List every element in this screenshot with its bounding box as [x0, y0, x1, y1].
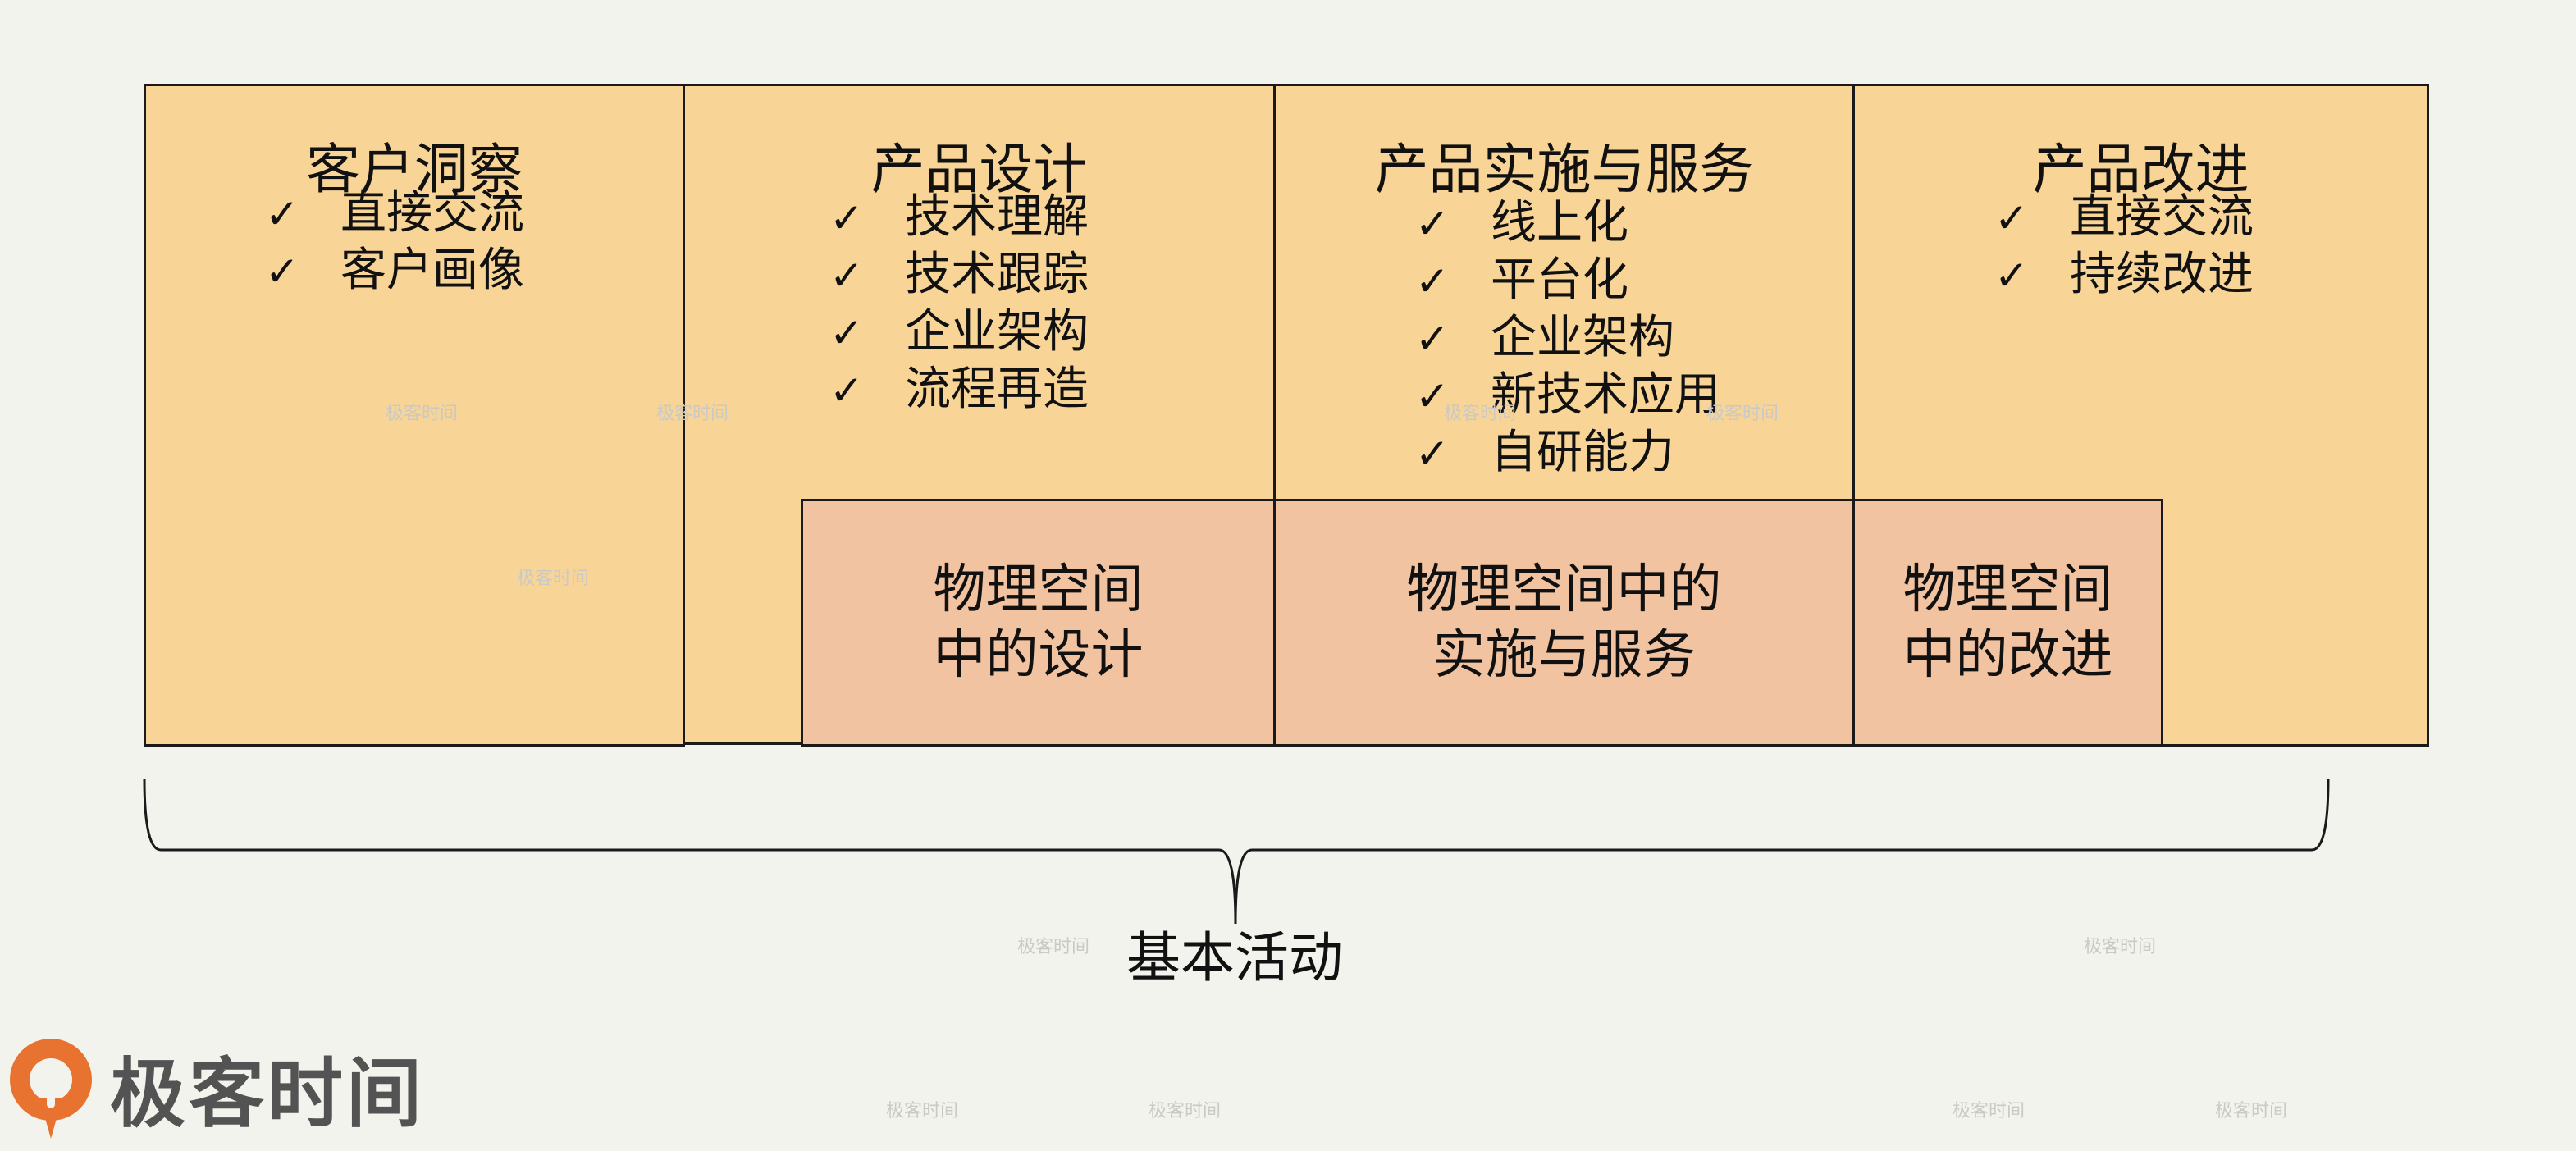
brace-label: 基本活动: [1126, 926, 1343, 989]
watermark: 极客时间: [2215, 1101, 2288, 1121]
watermark: 极客时间: [517, 569, 590, 589]
watermark: 极客时间: [656, 404, 729, 424]
geektime-logo: 极客时间: [3, 1030, 425, 1144]
watermark: 极客时间: [2084, 937, 2157, 957]
diagram-canvas: 客户洞察 ✓ 直接交流 ✓ 客户画像 产品设计 ✓ 技术理解 ✓ 技术跟踪 ✓ 企业架构 …: [0, 0, 2576, 1151]
watermark: 极客时间: [1953, 1101, 2026, 1121]
watermark: 极客时间: [886, 1101, 959, 1121]
watermark: 极客时间: [386, 404, 459, 424]
watermark: 极客时间: [1444, 404, 1517, 424]
watermark: 极客时间: [1017, 937, 1090, 957]
geektime-logo-icon: [10, 1039, 92, 1139]
watermark: 极客时间: [1706, 404, 1779, 424]
logo-text: 极客时间: [110, 1049, 426, 1138]
watermark: 极客时间: [1149, 1101, 1222, 1121]
